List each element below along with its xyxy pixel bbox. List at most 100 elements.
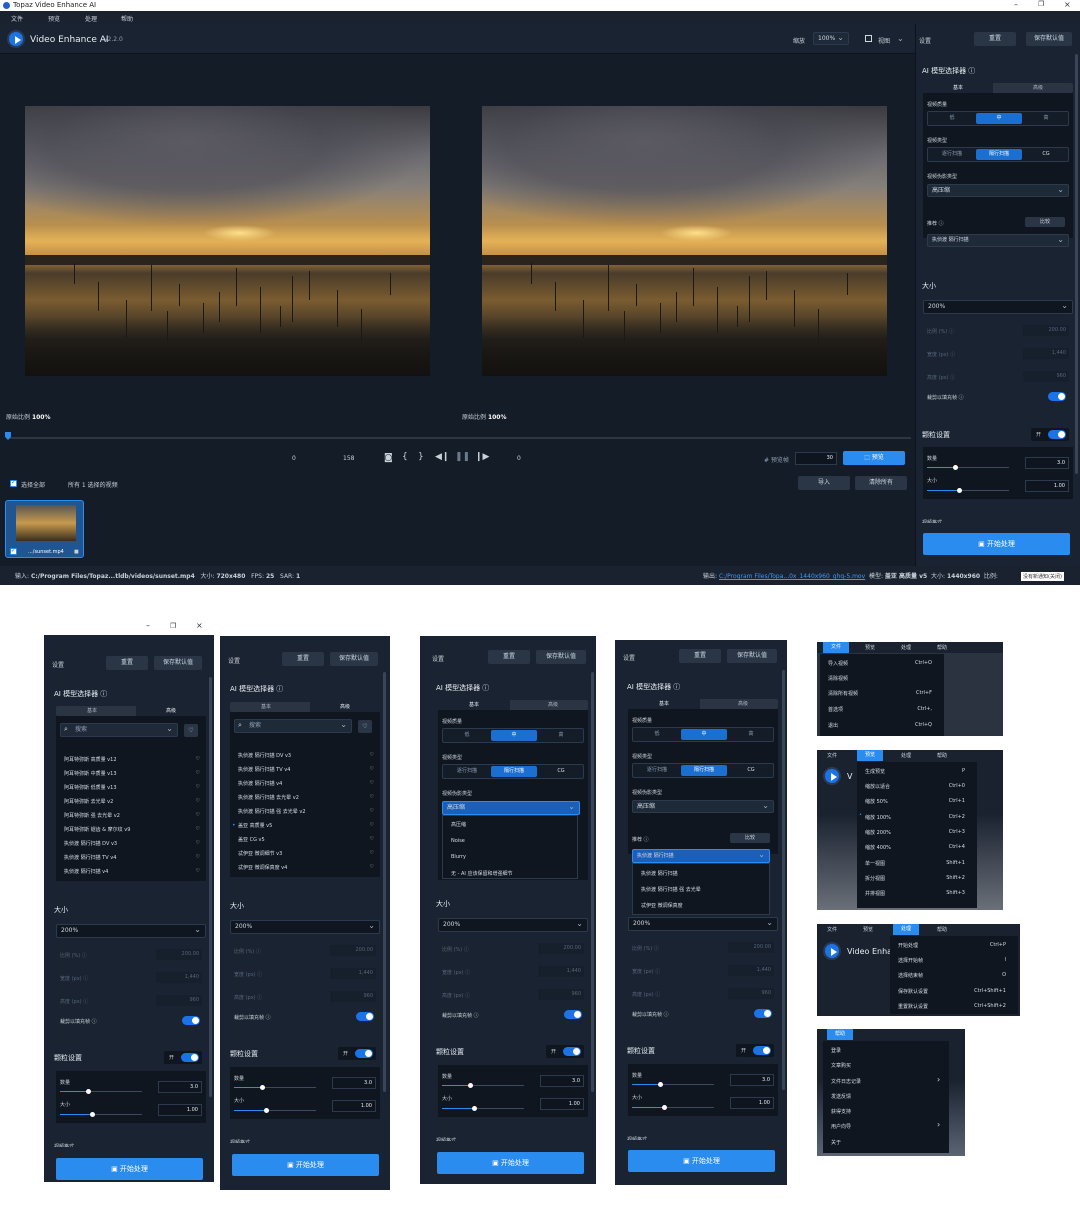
size-select[interactable]: 200%: [230, 920, 380, 934]
menu-item[interactable]: 清除所有视频: [828, 690, 858, 697]
import-button[interactable]: 导入: [798, 476, 850, 490]
panel-scrollbar[interactable]: [591, 672, 594, 1092]
list-item[interactable]: 阿耳特弥斯 中质量 v13: [64, 770, 117, 777]
menu-item[interactable]: 拆分视图: [865, 875, 885, 882]
list-item[interactable]: 执侦渡 隔行扫描 DV v3: [64, 840, 117, 847]
menu-item[interactable]: 用户向导: [831, 1123, 851, 1130]
ratio-input[interactable]: 200.00: [1023, 325, 1069, 336]
menu-process[interactable]: 处理: [901, 752, 911, 759]
list-item[interactable]: 阿耳特弥斯 低质量 v13: [64, 784, 117, 791]
width-input[interactable]: 1,440: [538, 966, 584, 977]
tab-basic[interactable]: 基本: [230, 702, 302, 712]
type-progressive[interactable]: 逐行扫描: [445, 766, 489, 777]
grain-switch[interactable]: 开: [1031, 428, 1069, 441]
reset-button[interactable]: 重置: [106, 656, 148, 670]
grain-switch[interactable]: 开: [338, 1047, 376, 1060]
reset-button[interactable]: 重置: [488, 650, 530, 664]
ratio-input[interactable]: 200.00: [330, 945, 376, 956]
save-default-button[interactable]: 保存默认值: [330, 652, 378, 666]
artifact-option[interactable]: Noise: [451, 838, 465, 844]
grain-toggle[interactable]: [563, 1047, 581, 1056]
menu-help[interactable]: 帮助: [937, 644, 947, 651]
amount-slider[interactable]: [632, 1082, 714, 1087]
width-input[interactable]: 1,440: [728, 965, 774, 976]
artifact-type-select[interactable]: 高压缩: [442, 801, 580, 815]
menu-item[interactable]: 生成预览: [865, 768, 885, 775]
menu-item[interactable]: 清除视频: [828, 675, 848, 682]
amount-input[interactable]: 3.0: [540, 1075, 584, 1087]
quality-high[interactable]: 高: [1024, 113, 1068, 124]
view-label[interactable]: 视图: [878, 36, 890, 45]
save-default-button[interactable]: 保存默认值: [1026, 32, 1072, 46]
quality-high[interactable]: 高: [539, 730, 583, 741]
minimize-icon[interactable]: –: [146, 621, 150, 630]
menu-item[interactable]: 缩放 50%: [865, 798, 888, 805]
type-interlaced[interactable]: 隔行扫描: [976, 149, 1022, 160]
menu-item[interactable]: 登录: [831, 1047, 841, 1054]
start-process-button[interactable]: ▣ 开始处理: [437, 1152, 584, 1174]
menu-file[interactable]: 文件: [11, 14, 23, 23]
menu-process[interactable]: 处理: [901, 644, 911, 651]
menu-item[interactable]: 并排视图: [865, 890, 885, 897]
menu-item[interactable]: 关于: [831, 1139, 841, 1146]
menu-help[interactable]: 帮助: [937, 926, 947, 933]
list-item[interactable]: 忒伊亚 微调保真度 v4: [238, 864, 287, 871]
tab-basic[interactable]: 基本: [628, 699, 700, 709]
heart-icon[interactable]: ♡: [370, 836, 374, 842]
select-all-checkbox[interactable]: [10, 479, 17, 487]
grain-size-slider[interactable]: [442, 1106, 524, 1111]
amount-slider[interactable]: [927, 465, 1009, 470]
grain-size-slider[interactable]: [60, 1112, 142, 1117]
menu-item[interactable]: 文件日志记录: [831, 1078, 861, 1085]
trash-icon[interactable]: ■: [74, 549, 79, 555]
height-input[interactable]: 960: [538, 989, 584, 1000]
grain-size-input[interactable]: 1.00: [540, 1098, 584, 1110]
grain-switch[interactable]: 开: [736, 1044, 774, 1057]
crop-toggle[interactable]: [564, 1010, 582, 1019]
amount-input[interactable]: 3.0: [158, 1081, 202, 1093]
heart-icon[interactable]: ♡: [370, 808, 374, 814]
grain-toggle[interactable]: [355, 1049, 373, 1058]
width-input[interactable]: 1,440: [156, 972, 202, 983]
search-input[interactable]: 搜索: [234, 719, 352, 733]
list-item[interactable]: 阿耳特弥斯 强 去光晕 v2: [64, 812, 120, 819]
crop-toggle[interactable]: [182, 1016, 200, 1025]
menu-item[interactable]: 文章购买: [831, 1062, 851, 1069]
grain-switch[interactable]: 开: [164, 1051, 202, 1064]
menu-item[interactable]: 重置默认设置: [898, 1003, 928, 1010]
panel-scrollbar[interactable]: [782, 670, 785, 1090]
menu-item[interactable]: 首选项: [828, 706, 843, 713]
list-item[interactable]: 阿耳特弥斯 去光晕 v2: [64, 798, 113, 805]
height-input[interactable]: 960: [156, 995, 202, 1006]
save-default-button[interactable]: 保存默认值: [727, 649, 777, 663]
list-item[interactable]: 盖亚 CG v5: [238, 836, 265, 843]
start-process-button[interactable]: ▣ 开始处理: [923, 533, 1070, 555]
type-progressive[interactable]: 逐行扫描: [635, 765, 679, 776]
amount-slider[interactable]: [442, 1083, 524, 1088]
menu-item[interactable]: 退出: [828, 722, 838, 729]
amount-input[interactable]: 3.0: [1025, 457, 1069, 469]
list-item[interactable]: 执侦渡 隔行扫描 强 去光晕 v2: [238, 808, 306, 815]
menu-item[interactable]: 缩放 400%: [865, 844, 891, 851]
heart-icon[interactable]: ♡: [370, 864, 374, 870]
menu-item[interactable]: 发送反馈: [831, 1093, 851, 1100]
list-item[interactable]: 执侦渡 隔行扫描 DV v3: [238, 752, 291, 759]
reset-button[interactable]: 重置: [679, 649, 721, 663]
menu-file[interactable]: 文件: [827, 752, 837, 759]
recommend-select[interactable]: 执侦渡 隔行扫描: [632, 849, 770, 863]
list-item[interactable]: 执侦渡 隔行扫描 v4: [238, 780, 282, 787]
save-default-button[interactable]: 保存默认值: [536, 650, 586, 664]
width-input[interactable]: 1,440: [1023, 348, 1069, 359]
menu-preview[interactable]: 预览: [48, 14, 60, 23]
tab-basic[interactable]: 基本: [56, 706, 128, 716]
size-select[interactable]: 200%: [438, 918, 588, 932]
heart-icon[interactable]: ♡: [370, 752, 374, 758]
prev-frame-icon[interactable]: ◀❙: [435, 452, 449, 462]
menu-help[interactable]: 帮助: [121, 14, 133, 23]
tab-advanced[interactable]: 高级: [310, 702, 380, 712]
panel-scrollbar[interactable]: [383, 672, 386, 1092]
list-item[interactable]: 执侦渡 隔行扫描 TV v4: [64, 854, 116, 861]
maximize-icon[interactable]: ❐: [170, 622, 176, 630]
heart-icon[interactable]: ♡: [370, 780, 374, 786]
start-process-button[interactable]: ▣ 开始处理: [232, 1154, 379, 1176]
